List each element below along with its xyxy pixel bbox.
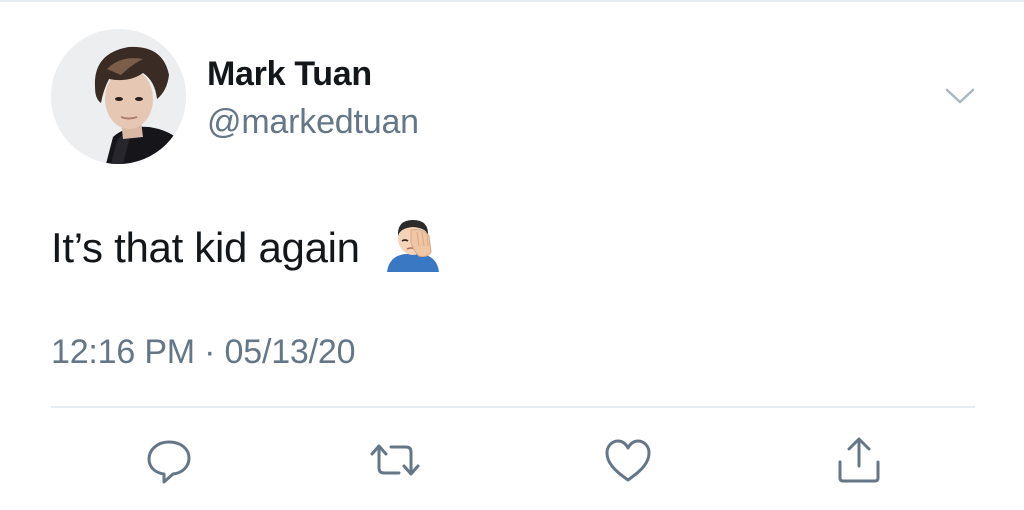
heart-icon bbox=[605, 439, 651, 482]
share-button[interactable] bbox=[832, 434, 886, 488]
reply-button[interactable] bbox=[142, 434, 196, 488]
action-divider bbox=[51, 406, 975, 408]
chevron-down-icon[interactable] bbox=[943, 84, 977, 108]
tweet-text: It’s that kid again bbox=[51, 216, 443, 272]
share-upload-icon bbox=[838, 437, 880, 483]
face-palm-emoji bbox=[383, 216, 443, 272]
retweet-arrows-icon bbox=[370, 444, 420, 476]
top-divider bbox=[0, 0, 1024, 2]
profile-photo bbox=[51, 29, 186, 164]
speech-bubble-icon bbox=[147, 440, 191, 484]
tweet-timestamp[interactable]: 12:16 PM · 05/13/20 bbox=[51, 333, 355, 372]
retweet-button[interactable] bbox=[368, 434, 422, 488]
tweet-body: It’s that kid again bbox=[51, 224, 360, 271]
like-button[interactable] bbox=[601, 434, 655, 488]
author-name[interactable]: Mark Tuan bbox=[207, 55, 372, 94]
author-handle[interactable]: @markedtuan bbox=[207, 103, 419, 142]
tweet-card: Mark Tuan @markedtuan It’s that kid agai… bbox=[0, 0, 1024, 510]
avatar[interactable] bbox=[51, 29, 186, 164]
